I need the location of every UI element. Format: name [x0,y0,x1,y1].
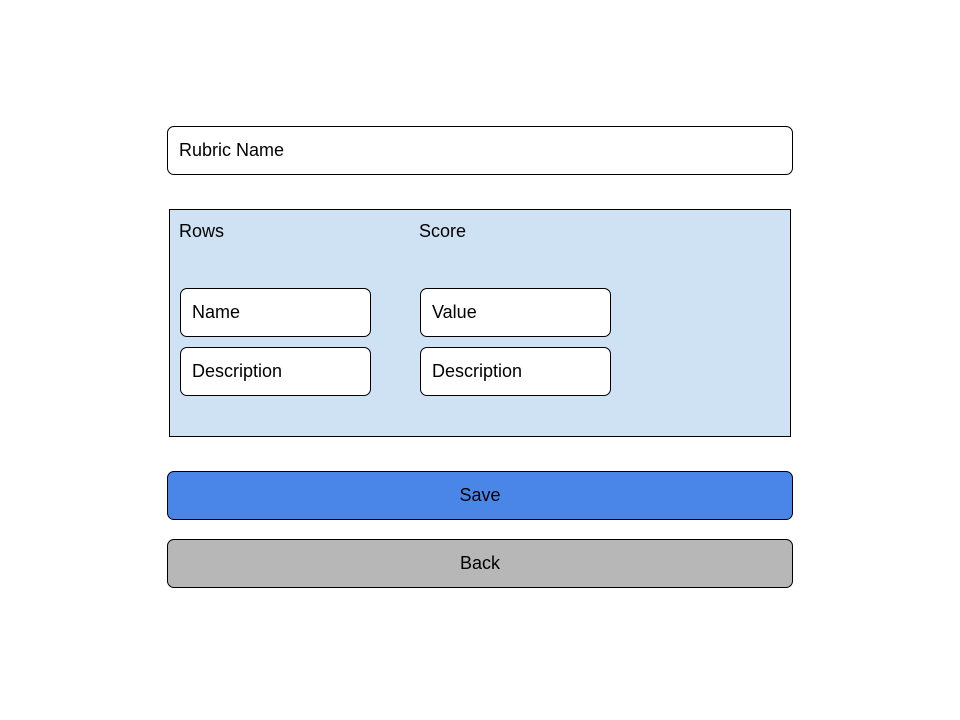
score-value-input[interactable] [420,288,611,337]
score-description-input[interactable] [420,347,611,396]
rubric-name-input[interactable] [167,126,793,175]
score-column-label: Score [419,221,467,241]
save-button[interactable]: Save [167,471,793,520]
back-button[interactable]: Back [167,539,793,588]
row-name-input[interactable] [180,288,371,337]
rubric-rows-panel: Rows Score [169,209,791,437]
rows-column-label: Rows [179,221,225,241]
row-description-input[interactable] [180,347,371,396]
